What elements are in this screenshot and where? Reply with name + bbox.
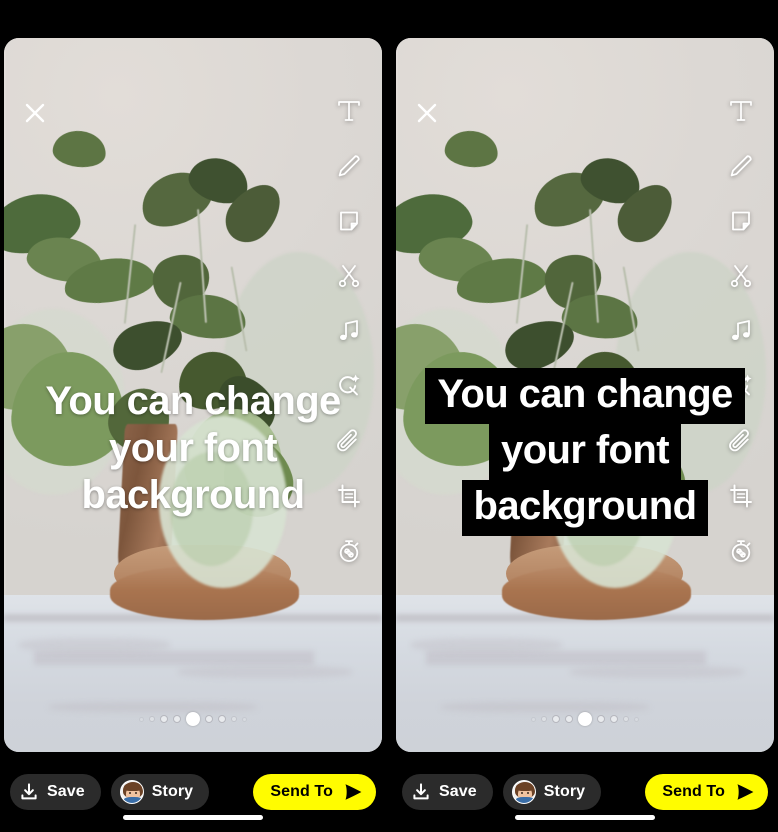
close-icon (417, 103, 437, 123)
timer-tool-button[interactable] (332, 534, 366, 568)
pagination-dot[interactable] (218, 715, 226, 723)
magic-wand-icon (339, 374, 360, 396)
text-icon (730, 101, 752, 121)
send-to-button[interactable]: Send To (645, 774, 768, 810)
save-button[interactable]: Save (402, 774, 493, 810)
magic-wand-icon (731, 374, 752, 396)
sticker-icon (340, 211, 358, 231)
pagination-dot[interactable] (242, 716, 247, 722)
music-note-icon (340, 320, 358, 340)
pagination-dot[interactable] (149, 716, 155, 722)
bottom-action-bar: Save Story Send To (0, 752, 386, 832)
snap-media-left[interactable]: You can change your font background (4, 38, 382, 752)
story-button-label: Story (543, 783, 586, 800)
close-button[interactable] (20, 98, 50, 128)
paperclip-icon (337, 429, 357, 452)
save-button-label: Save (47, 783, 85, 800)
download-icon (21, 783, 37, 800)
draw-tool-button[interactable] (332, 149, 366, 183)
sticker-tool-button[interactable] (332, 204, 366, 238)
pagination-dot[interactable] (623, 716, 629, 722)
pagination-dot-active[interactable] (186, 712, 200, 726)
scissors-icon (730, 265, 752, 288)
pagination-dot-active[interactable] (578, 712, 592, 726)
snap-media-right[interactable]: You can change your font background (396, 38, 774, 752)
edit-toolbar (718, 94, 764, 568)
send-arrow-icon (345, 784, 362, 800)
pagination-dot[interactable] (552, 715, 560, 723)
crop-icon (338, 484, 360, 508)
story-button[interactable]: Story (502, 774, 602, 810)
save-button-label: Save (439, 783, 477, 800)
timer-icon (731, 540, 751, 563)
sticker-tool-button[interactable] (724, 204, 758, 238)
attach-link-tool-button[interactable] (332, 424, 366, 458)
close-button[interactable] (412, 98, 442, 128)
text-tool-button[interactable] (724, 94, 758, 128)
timer-icon (339, 540, 359, 563)
pagination-dot[interactable] (231, 716, 237, 722)
home-indicator (515, 815, 655, 820)
send-to-button[interactable]: Send To (253, 774, 376, 810)
pagination-dot[interactable] (610, 715, 618, 723)
sounds-tool-button[interactable] (724, 314, 758, 348)
crop-icon (730, 484, 752, 508)
pencil-icon (730, 155, 752, 177)
paperclip-icon (729, 429, 749, 452)
save-button[interactable]: Save (10, 774, 101, 810)
snapchat-editor-comparison: You can change your font background Save… (0, 0, 778, 832)
pagination-dot[interactable] (565, 715, 573, 723)
pagination-dot[interactable] (160, 715, 168, 723)
panel-right: You can change your font background Save… (392, 0, 778, 832)
scissors-icon (338, 265, 360, 288)
draw-tool-button[interactable] (724, 149, 758, 183)
send-to-button-label: Send To (662, 783, 725, 800)
text-tool-button[interactable] (332, 94, 366, 128)
download-icon (413, 783, 429, 800)
pagination-dot[interactable] (205, 715, 213, 723)
sticker-icon (732, 211, 750, 231)
pagination-dot[interactable] (173, 715, 181, 723)
scissors-tool-button[interactable] (332, 259, 366, 293)
pagination-dot[interactable] (541, 716, 547, 722)
home-indicator (123, 815, 263, 820)
timer-tool-button[interactable] (724, 534, 758, 568)
lens-tool-button[interactable] (332, 369, 366, 403)
avatar (119, 780, 144, 804)
scissors-tool-button[interactable] (724, 259, 758, 293)
story-button[interactable]: Story (110, 774, 210, 810)
pagination-dot[interactable] (597, 715, 605, 723)
crop-tool-button[interactable] (724, 479, 758, 513)
text-icon (338, 101, 360, 121)
pencil-icon (338, 155, 360, 177)
crop-tool-button[interactable] (332, 479, 366, 513)
pagination-dot[interactable] (531, 716, 536, 722)
filter-pagination (4, 712, 382, 726)
pagination-dot[interactable] (139, 716, 144, 722)
send-to-button-label: Send To (270, 783, 333, 800)
filter-pagination (396, 712, 774, 726)
panel-left: You can change your font background Save… (0, 0, 386, 832)
pagination-dot[interactable] (634, 716, 639, 722)
edit-toolbar (326, 94, 372, 568)
close-icon (25, 103, 45, 123)
story-button-label: Story (151, 783, 194, 800)
music-note-icon (732, 320, 750, 340)
avatar (511, 780, 536, 804)
send-arrow-icon (737, 784, 754, 800)
bottom-action-bar: Save Story Send To (392, 752, 778, 832)
attach-link-tool-button[interactable] (724, 424, 758, 458)
sounds-tool-button[interactable] (332, 314, 366, 348)
lens-tool-button[interactable] (724, 369, 758, 403)
